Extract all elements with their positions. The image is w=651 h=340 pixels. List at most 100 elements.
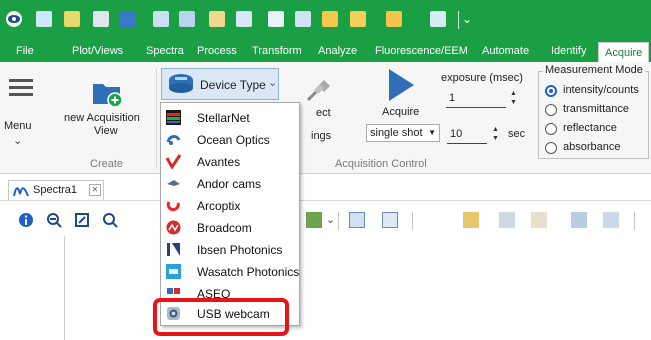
tab-process[interactable]: Process [197,40,237,62]
file-copy-icon[interactable] [93,11,109,27]
wasatch-icon [166,264,181,279]
ibsen-icon [167,243,180,256]
device-item-wasatch-photonics[interactable]: Wasatch Photonics [161,261,299,283]
interval-spin-down-icon[interactable]: ▼ [492,135,499,142]
device-item-andor-cams[interactable]: Andor cams [161,173,299,195]
device-item-label: Avantes [197,155,241,169]
tab-fluorescence-eem[interactable]: Fluorescence/EEM [375,40,468,62]
grid-options-chevron-icon[interactable]: ⌄ [326,213,335,226]
app-eye-icon[interactable] [6,11,22,27]
device-item-avantes[interactable]: Avantes [161,151,299,173]
toolbar-separator [634,212,635,230]
folder-green-icon[interactable] [322,11,338,27]
acquire-play-icon [389,69,414,101]
acquisition-mode-select[interactable]: single shot ▼ [366,124,440,142]
menu-label: Menu [4,120,32,132]
document-tab-baseline [0,200,651,201]
table-view-icon[interactable] [349,212,365,228]
settings-label-partial[interactable]: ings [311,130,331,142]
spectra-document-icon [13,187,29,197]
chart-export-icon[interactable] [179,11,195,27]
tab-file[interactable]: File [16,40,34,62]
radio-absorbance[interactable] [545,142,557,154]
stellarnet-icon [166,110,181,125]
ribbon-group-separator [156,68,157,168]
andor-icon [167,180,180,186]
new-view-plus-icon [93,84,123,108]
device-item-ibsen-photonics[interactable]: Ibsen Photonics [161,239,299,261]
radio-reflectance-label[interactable]: reflectance [563,122,617,134]
table-grid-icon[interactable] [382,212,398,228]
tab-spectra[interactable]: Spectra [146,40,184,62]
zoom-fit-icon[interactable] [46,212,62,228]
device-item-label: Ibsen Photonics [197,243,283,257]
connect-plug-icon[interactable] [302,74,334,106]
toolbar-separator [338,212,339,230]
close-icon[interactable]: ✕ [89,184,101,196]
device-item-arcoptix[interactable]: Arcoptix [161,195,299,217]
tab-analyze[interactable]: Analyze [318,40,357,62]
exposure-spin-up-icon[interactable]: ▲ [510,90,517,97]
connect-label-partial[interactable]: ect [316,107,331,119]
exposure-label: exposure (msec) [441,72,523,84]
info-icon[interactable] [18,212,34,228]
radio-transmittance-label[interactable]: transmittance [563,103,629,115]
new-acquisition-label-line2: View [94,125,118,137]
radio-intensity-counts[interactable] [545,85,557,97]
layout-icon[interactable] [430,11,446,27]
zoom-extents-icon[interactable] [74,212,90,228]
device-item-broadcom[interactable]: Broadcom [161,217,299,239]
plot-lines-icon[interactable] [268,11,284,27]
acquire-button[interactable]: Acquire [368,66,428,122]
export-icon[interactable] [571,212,587,228]
tab-automate[interactable]: Automate [482,40,529,62]
folder-edit-icon[interactable] [386,11,402,27]
device-type-button[interactable]: Device Type ⌄ [161,68,279,100]
tab-identify[interactable]: Identify [551,40,586,62]
chart-image-icon[interactable] [153,11,169,27]
grid-options-icon[interactable] [306,212,322,228]
quick-access-toolbar: ⌄ [0,0,651,40]
window-layout-icon[interactable] [603,212,619,228]
arcoptix-icon [166,201,180,212]
copy-clipboard-icon[interactable] [531,212,547,228]
exposure-spin-down-icon[interactable]: ▼ [510,99,517,106]
device-item-ocean-optics[interactable]: Ocean Optics [161,129,299,151]
acquisition-control-group-label: Acquisition Control [335,158,427,170]
device-item-stellarnet[interactable]: StellarNet [161,107,299,129]
paste-icon[interactable] [209,11,225,27]
menu-button[interactable]: Menu ⌄ [4,76,40,152]
copy-image-icon[interactable] [499,212,515,228]
tab-acquire[interactable]: Acquire [598,42,650,62]
spectrum-new-icon[interactable] [64,11,80,27]
radio-reflectance[interactable] [545,123,557,135]
plot-area-axis-line [64,236,65,340]
device-item-label: StellarNet [197,111,250,125]
window-icon[interactable] [236,11,252,27]
acquisition-mode-chevron-icon: ▼ [428,128,436,137]
document-tab-label: Spectra1 [33,184,78,196]
grid-table-icon[interactable] [295,11,311,27]
broadcom-icon [166,220,181,235]
interval-input[interactable]: 10 [447,126,487,144]
interval-spin-up-icon[interactable]: ▲ [492,126,499,133]
new-acquisition-view-button[interactable]: new Acquisition View [58,66,152,146]
zoom-region-icon[interactable] [102,212,118,228]
radio-intensity-counts-label[interactable]: intensity/counts [563,84,639,96]
device-item-label: Ocean Optics [197,133,270,147]
copy-data-icon[interactable] [463,212,479,228]
tab-plot-views[interactable]: Plot/Views [72,40,123,62]
qat-customize-chevron-icon[interactable]: ⌄ [462,12,472,26]
hamburger-menu-icon [9,79,33,96]
folder-yellow-icon[interactable] [350,11,366,27]
device-item-label: Arcoptix [197,199,241,213]
usb-webcam-highlight [153,298,289,336]
avantes-icon [166,154,181,169]
radio-absorbance-label[interactable]: absorbance [563,141,621,153]
tab-transform[interactable]: Transform [252,40,302,62]
document-tab-spectra1[interactable]: Spectra1 ✕ [8,180,104,200]
exposure-input[interactable]: 1 [446,90,506,108]
radio-transmittance[interactable] [545,104,557,116]
spectrum-open-icon[interactable] [36,11,52,27]
save-icon[interactable] [119,11,135,27]
